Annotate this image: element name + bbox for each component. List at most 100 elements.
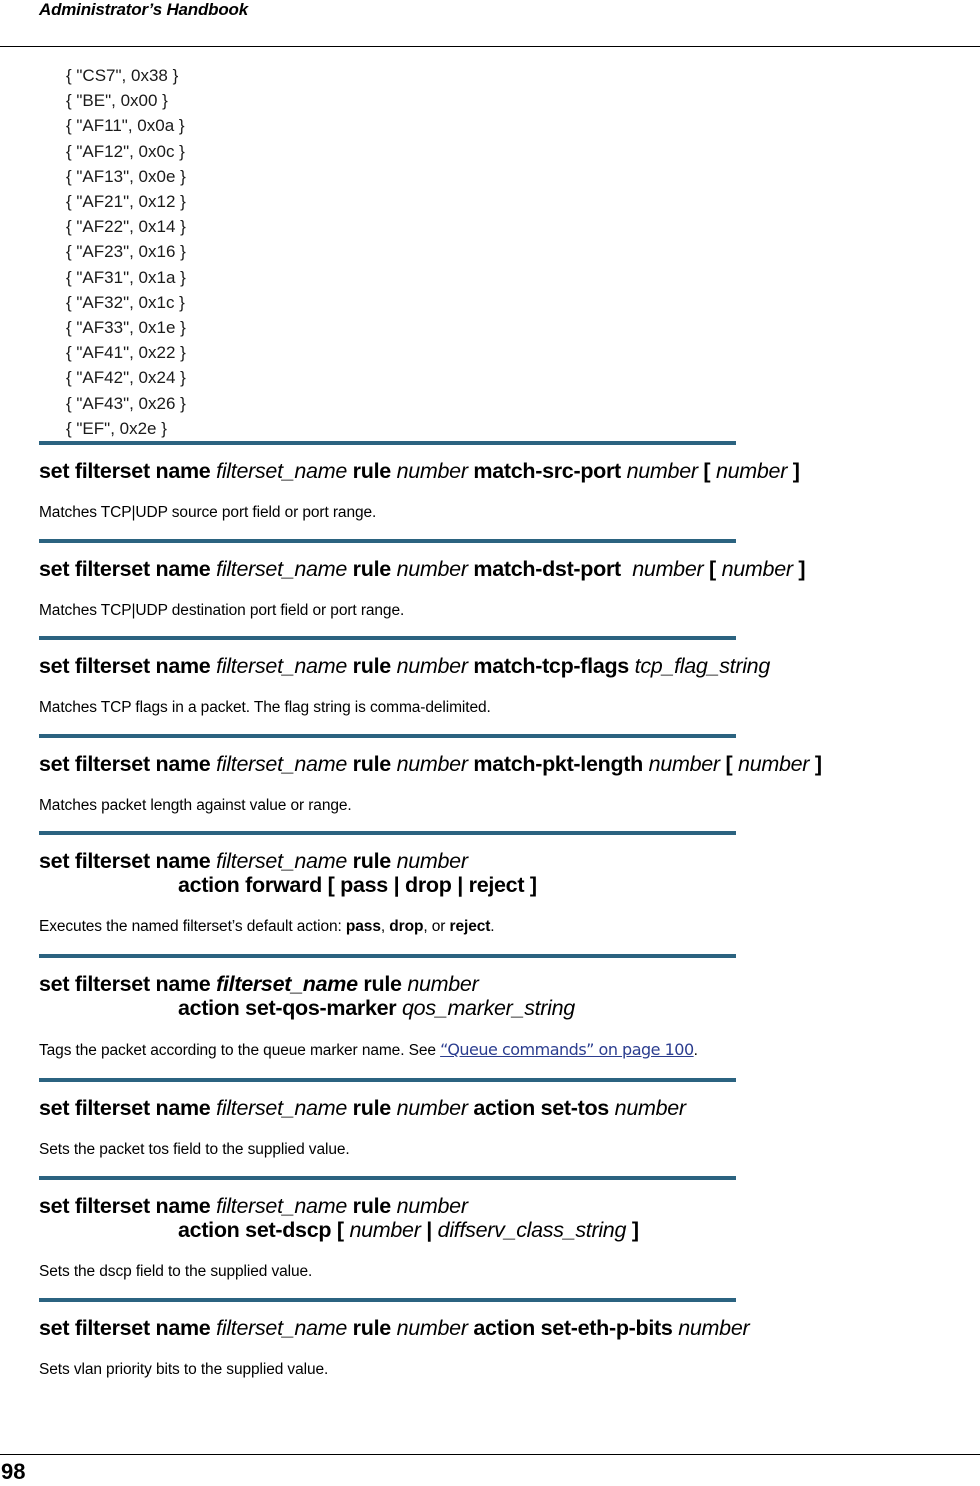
command-syntax: set filterset name filterset_name rule n…	[39, 752, 980, 776]
code-line: { "AF13", 0x0e }	[66, 166, 186, 186]
desc-sep: , or	[423, 918, 450, 935]
command-description: Executes the named filterset’s default a…	[39, 918, 980, 936]
cmd-arg: number	[715, 459, 788, 483]
cmd-arg: number	[396, 1316, 468, 1340]
cmd-arg: filterset_name	[216, 849, 347, 873]
code-line: { "CS7", 0x38 }	[66, 66, 179, 85]
dscp-code-listing: { "CS7", 0x38 } { "BE", 0x00 } { "AF11",…	[66, 63, 186, 441]
code-line: { "BE", 0x00 }	[66, 91, 168, 111]
command-section-action-set-eth-p-bits: set filterset name filterset_name rule n…	[39, 1298, 980, 1379]
cmd-arg: filterset_name	[216, 752, 347, 776]
command-section-match-src-port: set filterset name filterset_name rule n…	[39, 441, 980, 522]
cmd-keyword: match-dst-port	[473, 557, 621, 581]
cmd-arg: filterset_name	[216, 654, 347, 678]
code-line: { "AF31", 0x1a }	[66, 267, 186, 287]
command-section-action-set-qos-marker: set filterset name filterset_name rule n…	[39, 954, 980, 1060]
cmd-arg: number	[626, 459, 698, 483]
cmd-keyword: match-pkt-length	[473, 752, 643, 776]
cmd-keyword: set filterset name	[39, 972, 211, 996]
code-line: { "AF22", 0x14 }	[66, 217, 186, 237]
section-divider	[39, 441, 736, 445]
cmd-keyword: match-tcp-flags	[473, 654, 629, 678]
section-divider	[39, 1078, 736, 1082]
cmd-bracket: ]	[814, 752, 822, 776]
cmd-keyword: rule	[352, 752, 392, 776]
cmd-bracket: ]	[798, 557, 806, 581]
cmd-keyword: action forward [ pass | drop | reject ]	[178, 873, 537, 897]
code-line: { "AF43", 0x26 }	[66, 393, 186, 413]
cmd-arg: qos_marker_string	[402, 996, 575, 1020]
command-section-action-forward: set filterset name filterset_name rule n…	[39, 831, 980, 936]
cmd-arg: number	[648, 752, 720, 776]
cmd-arg: filterset_name	[216, 972, 358, 996]
cmd-keyword: rule	[352, 459, 392, 483]
command-section-match-dst-port: set filterset name filterset_name rule n…	[39, 539, 980, 620]
cmd-arg: filterset_name	[216, 1194, 347, 1218]
cmd-keyword: set filterset name	[39, 849, 211, 873]
cmd-arg: diffserv_class_string	[437, 1218, 627, 1242]
command-description: Tags the packet according to the queue m…	[39, 1041, 980, 1060]
cmd-arg: number	[396, 1194, 468, 1218]
section-divider	[39, 954, 736, 958]
code-line: { "AF23", 0x16 }	[66, 242, 186, 262]
command-section-match-tcp-flags: set filterset name filterset_name rule n…	[39, 636, 980, 717]
cmd-bracket: [	[725, 752, 733, 776]
cmd-arg: filterset_name	[216, 459, 347, 483]
desc-text: Tags the packet according to the queue m…	[39, 1042, 441, 1059]
cmd-bracket: ]	[792, 459, 800, 483]
cmd-arg: number	[678, 1316, 750, 1340]
command-section-action-set-tos: set filterset name filterset_name rule n…	[39, 1078, 980, 1159]
cmd-bracket: ]	[631, 1218, 639, 1242]
cmd-arg: number	[396, 752, 468, 776]
code-line: { "AF21", 0x12 }	[66, 192, 186, 212]
header-divider	[0, 46, 980, 47]
section-divider	[39, 831, 736, 835]
command-syntax: set filterset name filterset_name rule n…	[39, 849, 980, 897]
section-divider	[39, 734, 736, 738]
cmd-keyword: set filterset name	[39, 654, 211, 678]
cmd-keyword: rule	[352, 1194, 392, 1218]
cmd-keyword: set filterset name	[39, 557, 211, 581]
cmd-keyword: set filterset name	[39, 1316, 211, 1340]
cmd-arg: filterset_name	[216, 557, 347, 581]
cmd-keyword: set filterset name	[39, 1194, 211, 1218]
cmd-keyword: action set-tos	[473, 1096, 609, 1120]
code-line: { "EF", 0x2e }	[66, 418, 167, 438]
cmd-bracket: [	[336, 1218, 344, 1242]
command-syntax: set filterset name filterset_name rule n…	[39, 1194, 980, 1242]
command-description: Matches TCP|UDP destination port field o…	[39, 602, 405, 619]
cmd-keyword: rule	[352, 849, 392, 873]
cmd-arg: number	[396, 849, 468, 873]
cmd-keyword: match-src-port	[473, 459, 621, 483]
cmd-keyword: rule	[352, 557, 392, 581]
command-syntax: set filterset name filterset_name rule n…	[39, 972, 980, 1020]
cmd-arg: number	[407, 972, 479, 996]
cmd-keyword: set filterset name	[39, 459, 211, 483]
cmd-arg: number	[396, 557, 468, 581]
desc-sep: .	[490, 918, 495, 935]
cmd-bracket: [	[709, 557, 716, 581]
code-line: { "AF11", 0x0a }	[66, 116, 185, 136]
cmd-arg: number	[396, 1096, 468, 1120]
section-divider	[39, 636, 736, 640]
command-description: Matches TCP flags in a packet. The flag …	[39, 699, 491, 716]
cmd-keyword: action set-dscp	[178, 1218, 332, 1242]
command-description: Sets the dscp field to the supplied valu…	[39, 1263, 313, 1280]
command-description: Matches TCP|UDP source port field or por…	[39, 504, 377, 521]
desc-option: drop	[389, 918, 424, 935]
cmd-arg: number	[396, 654, 468, 678]
command-syntax: set filterset name filterset_name rule n…	[39, 1316, 980, 1340]
desc-option: pass	[345, 918, 381, 935]
command-description: Sets vlan priority bits to the supplied …	[39, 1361, 329, 1378]
desc-option: reject	[449, 918, 491, 935]
cmd-arg: number	[738, 752, 810, 776]
cmd-arg: number	[614, 1096, 686, 1120]
queue-commands-link[interactable]: “Queue commands” on page 100	[440, 1040, 694, 1059]
running-header-title: Administrator’s Handbook	[39, 0, 248, 19]
code-line: { "AF41", 0x22 }	[66, 343, 186, 363]
cmd-arg: tcp_flag_string	[634, 654, 771, 678]
cmd-arg: filterset_name	[216, 1316, 347, 1340]
command-description: Sets the packet tos field to the supplie…	[39, 1141, 350, 1158]
section-divider	[39, 539, 736, 543]
command-syntax: set filterset name filterset_name rule n…	[39, 557, 980, 581]
